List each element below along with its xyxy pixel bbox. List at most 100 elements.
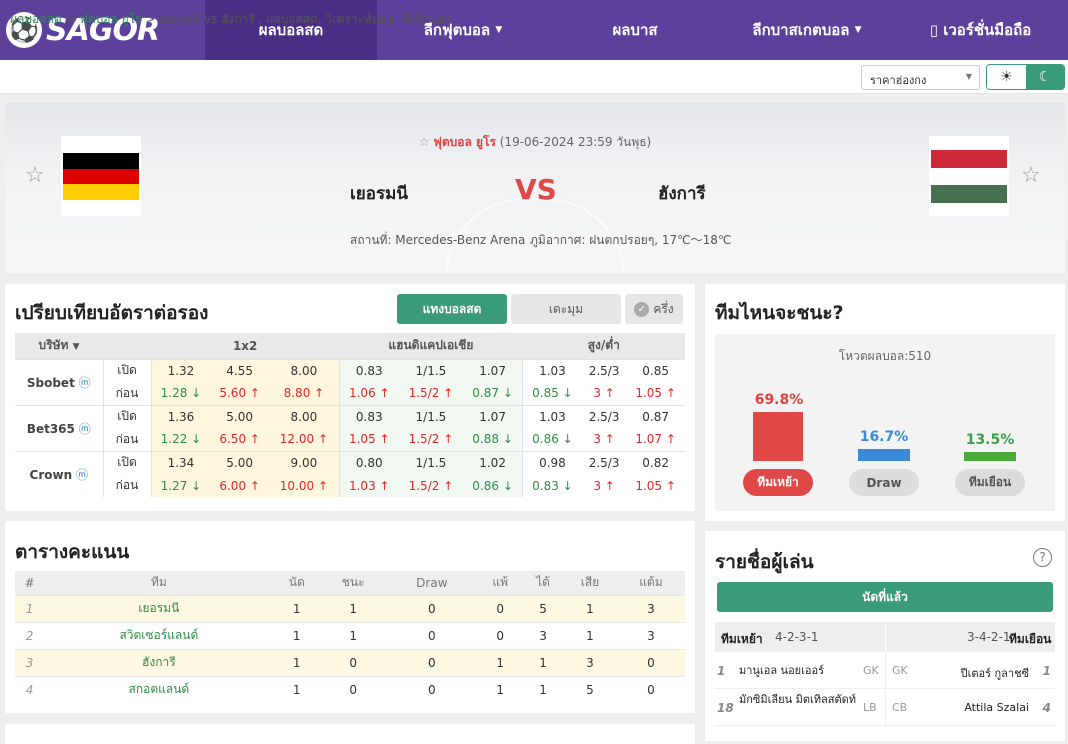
favorite-star-icon[interactable]: ☆ [25,163,45,188]
standings-row[interactable]: 4 สกอตแลนด์ 1 0 0 1 1 5 0 [15,675,685,703]
breadcrumb-home[interactable]: ผลบอลสด [10,12,62,26]
away-team-name[interactable]: ฮังการี [658,180,706,207]
standings-cell: 1 [477,675,523,703]
odds-cell: 1.07 ↑ [626,428,685,451]
odds-row-label: เปิด [103,404,152,428]
theme-toggle[interactable]: ☀ ☾ [986,64,1065,90]
home-player-name[interactable]: มักซิมิเลียน มิตเทิลสตัดท์ [739,693,857,707]
odds-cell: 5.00 [210,450,269,474]
odds-cell: 1.5/2 ↑ [398,428,464,451]
nav-item-live-scores[interactable]: ผลบอลสด [205,0,377,60]
odds-cell: 1.22 ↓ [151,428,211,451]
caret-down-icon: ▼ [72,342,80,353]
moon-icon[interactable]: ☾ [1026,65,1064,89]
mobile-icon: ▯ [929,21,938,39]
draw-bar [858,449,910,461]
live-odds-button[interactable]: แทงบอลสด [397,294,507,324]
favorite-star-icon[interactable]: ☆ [1021,163,1041,188]
away-player-name[interactable]: ปีเตอร์ กูลาชซี [961,664,1029,682]
standings-team-name[interactable]: สกอตแลนด์ [44,675,274,703]
odds-value: 5.00 [226,409,254,424]
check-icon: ✓ [634,301,650,317]
odds-comparison-card: เปรียบเทียบอัตราต่อรอง แทงบอลสด เดะมุม ✓… [5,284,695,511]
bookmaker-name[interactable]: Crown ⓜ [15,450,104,497]
arrow-down-icon: ↓ [187,478,202,493]
trend-chart-icon[interactable]: ⓜ [75,376,91,390]
standings-cell: 3 [522,621,564,649]
nav-item-mobile-version[interactable]: ▯ เวอร์ชั่นมือถือ [893,0,1068,60]
bookmaker-name[interactable]: Bet365 ⓜ [15,404,104,451]
bookmaker-name[interactable]: Sbobet ⓜ [15,358,104,405]
home-player-name[interactable]: มานูเอล นอยเออร์ [739,664,857,678]
half-time-button[interactable]: ✓ ครึ่ง [625,294,683,324]
standings-team-name[interactable]: ฮังการี [44,648,274,676]
standings-cell: 0 [386,675,478,703]
arrow-up-icon: ↑ [439,432,454,447]
odds-value: 1.28 [160,386,188,401]
odds-format-select[interactable]: ราคาฮ่องกง ▼ [861,65,980,90]
sun-icon[interactable]: ☀ [987,65,1026,89]
home-team-name[interactable]: เยอรมนี [350,180,408,207]
odds-cell: 1.32 [151,358,211,382]
away-player-position: GK [892,664,908,677]
odds-cell: 1.07 [463,404,524,428]
odds-value: 0.82 [642,455,669,470]
bookmaker-label: Crown [29,467,73,482]
standings-row[interactable]: 3 ฮังการี 1 0 0 1 1 3 0 [15,648,685,676]
arrow-down-icon: ↓ [558,478,573,493]
arrow-down-icon: ↓ [558,432,573,447]
odds-value: 0.86 [532,432,559,447]
nav-item-basketball-leagues[interactable]: ลีกบาสเกตบอล ▼ [721,0,893,60]
lineup-row: 1 มานูเอล นอยเออร์ GK GK ปีเตอร์ กูลาชซี 1 [715,652,1055,689]
site-logo[interactable]: ⚽ SAGOR [0,0,205,60]
odds-row: ก่อน 1.22 ↓ 6.50 ↑ 12.00 ↑ 1.05 ↑ 1.5/2 ↑ 0.88… [15,428,685,451]
odds-value: 1.07 [479,363,506,378]
star-icon[interactable]: ☆ [419,135,430,149]
odds-value: 1.36 [167,409,195,424]
company-header[interactable]: บริษัท ▼ [15,333,103,359]
breadcrumb-league[interactable]: ฟุตบอล ยูโร [79,12,141,26]
standings-cell: 0 [386,648,478,676]
odds-row-label: ก่อน [103,428,152,451]
arrow-up-icon: ↑ [314,432,329,447]
arrow-down-icon: ↓ [187,432,202,447]
arrow-up-icon: ↑ [439,478,454,493]
trend-chart-icon[interactable]: ⓜ [72,468,88,482]
arrow-up-icon: ↑ [600,386,615,401]
lineup-rows: 1 มานูเอล นอยเออร์ GK GK ปีเตอร์ กูลาชซี 1 18 ม… [715,652,1055,726]
odds-cell: 0.82 [626,450,685,474]
arrow-up-icon: ↑ [246,478,260,493]
vote-draw-button[interactable]: Draw [849,469,919,496]
odds-format-value: ราคาฮ่องกง [870,74,927,87]
odds-value: 1.05 [635,478,663,493]
home-win-pct: 69.8% [754,392,804,408]
trend-chart-icon[interactable]: ⓜ [75,422,91,436]
odds-cell: 0.80 [339,450,399,474]
odds-value: 1.5/2 [408,386,440,401]
odds-cell: 0.98 [522,450,582,474]
odds-cell: 5.60 ↑ [210,382,269,405]
odds-value: 1/1.5 [415,363,447,378]
standings-header-cell: นัด [273,571,320,595]
help-icon[interactable]: ? [1033,548,1052,567]
early-odds-button[interactable]: เดะมุม [511,294,621,324]
standings-team-name[interactable]: สวิตเซอร์แลนด์ [44,621,274,649]
standings-cell: 5 [563,675,617,703]
nav-item-football-leagues[interactable]: ลีกฟุตบอล ▼ [377,0,549,60]
standings-row[interactable]: 2 สวิตเซอร์แลนด์ 1 1 0 0 3 1 3 [15,621,685,649]
nav-item-basketball-results[interactable]: ผลบาส [549,0,721,60]
standings-row[interactable]: 1 เยอรมนี 1 1 0 0 5 1 3 [15,594,685,622]
away-player-name[interactable]: Attila Szalai [964,701,1029,714]
standings-cell: 1 [522,675,564,703]
vote-home-button[interactable]: ทีมเหย้า [743,469,813,496]
home-win-bar [753,412,803,461]
odds-row: Crown ⓜ เปิด 1.34 5.00 9.00 0.80 1/1.5 1.02 0.98… [15,450,685,497]
standings-team-name[interactable]: เยอรมนี [44,594,274,622]
standings-cell: 3 [563,648,617,676]
match-league[interactable]: ฟุตบอล ยูโร [433,135,496,149]
last-match-button[interactable]: นัดที่แล้ว [717,582,1053,612]
odds-cell: 1.05 ↑ [339,428,399,451]
arrow-up-icon: ↑ [662,432,676,447]
vote-away-button[interactable]: ทีมเยือน [955,469,1025,496]
home-label: ทีมเหย้า [721,632,763,646]
